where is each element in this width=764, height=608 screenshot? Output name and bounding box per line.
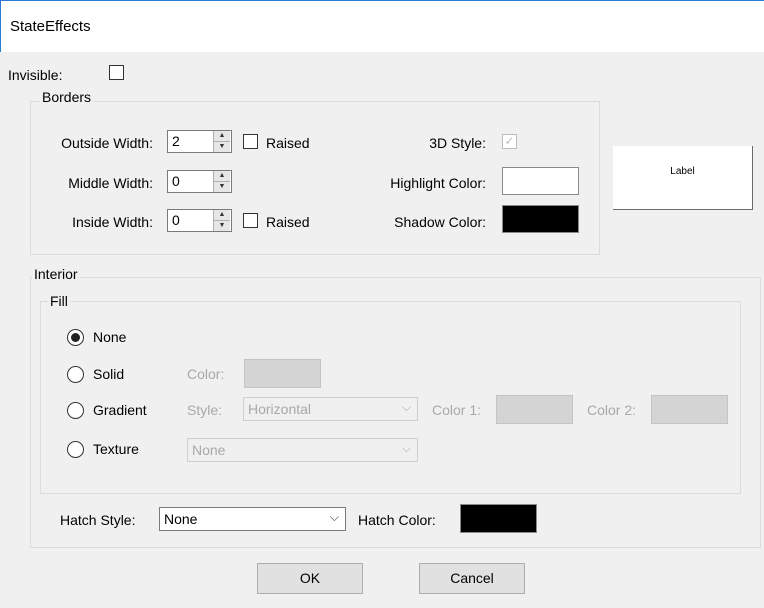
chevron-down-icon: ⌵ xyxy=(329,510,339,524)
inside-width-value: 0 xyxy=(172,212,180,228)
fill-solid-label: Solid xyxy=(93,366,125,382)
gradient-style-label: Style: xyxy=(187,402,223,418)
highlight-color-swatch[interactable] xyxy=(502,167,579,195)
texture-value: None xyxy=(192,442,226,458)
fill-solid-radio[interactable] xyxy=(67,366,84,383)
spin-down-icon[interactable]: ▼ xyxy=(214,221,230,231)
gradient-color1-label: Color 1: xyxy=(432,402,482,418)
ok-button[interactable]: OK xyxy=(257,563,363,594)
outside-width-label: Outside Width: xyxy=(61,135,153,151)
solid-color-swatch[interactable] xyxy=(244,359,321,388)
spin-up-icon[interactable]: ▲ xyxy=(214,131,230,142)
fill-gradient-radio[interactable] xyxy=(67,402,84,419)
fill-none-radio[interactable] xyxy=(67,329,84,346)
hatch-style-select[interactable]: None ⌵ xyxy=(159,507,346,531)
chevron-down-icon: ⌵ xyxy=(401,441,411,455)
inside-width-label: Inside Width: xyxy=(72,214,153,230)
gradient-color1-swatch[interactable] xyxy=(496,395,573,424)
middle-width-spinner[interactable]: 0 ▲ ▼ xyxy=(167,170,232,193)
inside-width-spinner[interactable]: 0 ▲ ▼ xyxy=(167,209,232,232)
title-bar: StateEffects xyxy=(0,0,764,52)
gradient-color2-label: Color 2: xyxy=(587,402,637,418)
style-3d-label: 3D Style: xyxy=(429,135,486,151)
invisible-checkbox[interactable] xyxy=(109,65,124,80)
hatch-color-label: Hatch Color: xyxy=(358,512,436,528)
gradient-color2-swatch[interactable] xyxy=(651,395,728,424)
outside-width-spinner[interactable]: 2 ▲ ▼ xyxy=(167,130,232,153)
highlight-color-label: Highlight Color: xyxy=(390,175,486,191)
preview-label: Label xyxy=(613,146,753,210)
style-3d-checkbox[interactable]: ✓ xyxy=(502,134,517,149)
hatch-style-label: Hatch Style: xyxy=(60,512,136,528)
texture-select[interactable]: None ⌵ xyxy=(187,438,418,462)
gradient-style-value: Horizontal xyxy=(248,401,312,417)
inside-raised-label: Raised xyxy=(266,214,310,230)
fill-gradient-label: Gradient xyxy=(93,402,147,418)
radio-selected-dot xyxy=(71,333,80,342)
outside-raised-label: Raised xyxy=(266,135,310,151)
shadow-color-label: Shadow Color: xyxy=(394,214,486,230)
fill-none-label: None xyxy=(93,329,127,345)
outside-width-value: 2 xyxy=(172,133,180,149)
fill-texture-label: Texture xyxy=(93,441,139,457)
outside-raised-checkbox[interactable] xyxy=(243,134,258,149)
shadow-color-swatch[interactable] xyxy=(502,205,579,233)
window-title: StateEffects xyxy=(10,18,91,35)
spin-up-icon[interactable]: ▲ xyxy=(214,171,230,182)
gradient-style-select[interactable]: Horizontal ⌵ xyxy=(243,397,418,421)
spin-down-icon[interactable]: ▼ xyxy=(214,182,230,192)
spin-up-icon[interactable]: ▲ xyxy=(214,210,230,221)
cancel-button[interactable]: Cancel xyxy=(419,563,525,594)
inside-raised-checkbox[interactable] xyxy=(243,213,258,228)
check-mark-icon: ✓ xyxy=(504,134,515,148)
borders-group-label: Borders xyxy=(40,89,94,105)
hatch-color-swatch[interactable] xyxy=(460,504,537,533)
spin-down-icon[interactable]: ▼ xyxy=(214,142,230,152)
middle-width-value: 0 xyxy=(172,173,180,189)
interior-group-label: Interior xyxy=(32,266,80,282)
middle-width-label: Middle Width: xyxy=(68,175,153,191)
fill-texture-radio[interactable] xyxy=(67,441,84,458)
chevron-down-icon: ⌵ xyxy=(401,400,411,414)
solid-color-label: Color: xyxy=(187,366,225,382)
hatch-style-value: None xyxy=(164,511,198,527)
fill-group-label: Fill xyxy=(48,293,70,309)
invisible-label: Invisible: xyxy=(8,67,63,83)
